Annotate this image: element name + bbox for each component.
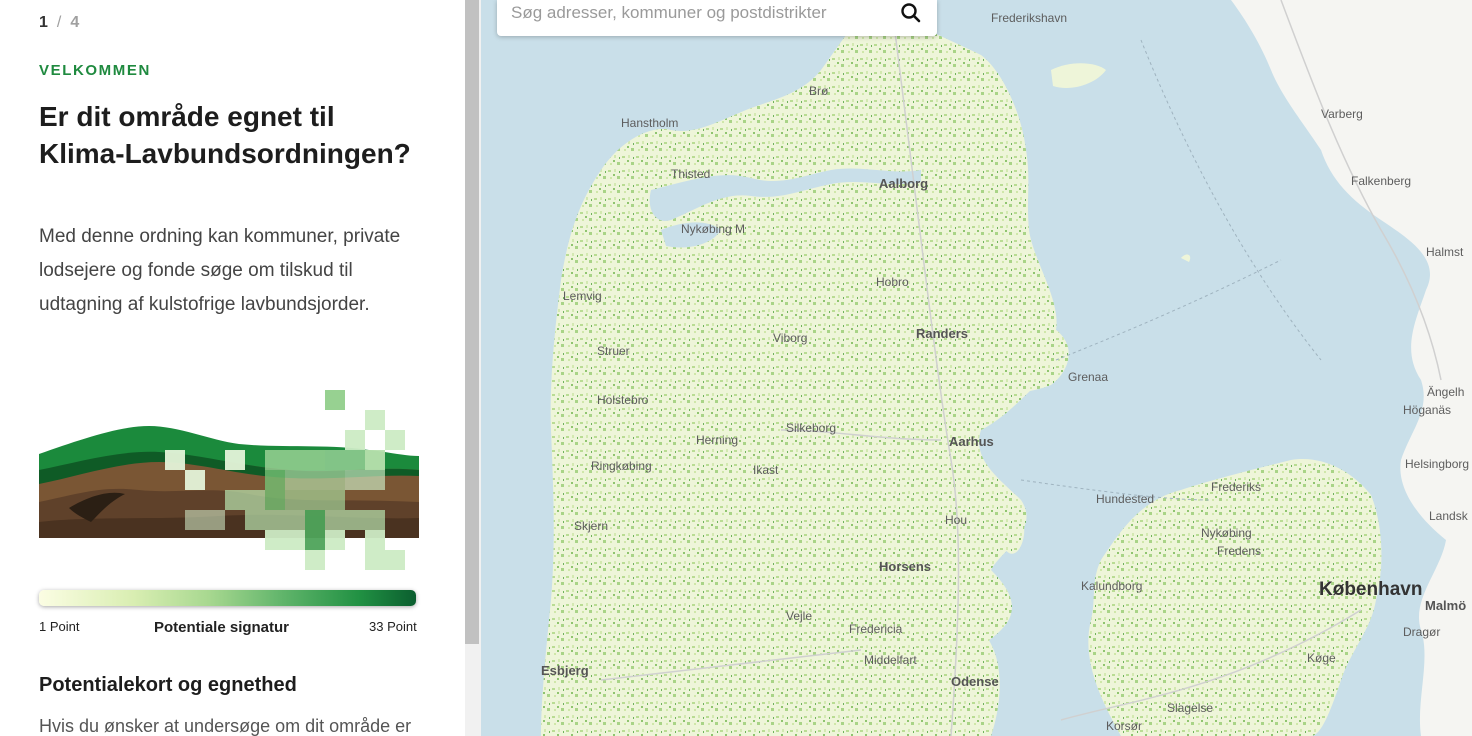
legend-max-label: 33 Point — [369, 619, 417, 634]
map-label-frederiksvaerk: Frederiks — [1211, 480, 1261, 494]
map-label-korsor: Korsør — [1106, 719, 1142, 733]
legend-gradient-bar — [39, 590, 416, 606]
lowland-illustration — [39, 390, 419, 570]
map-label-dragor: Dragør — [1403, 625, 1440, 639]
map-label-odense: Odense — [951, 674, 999, 689]
pager-separator: / — [56, 14, 63, 31]
page-title: Er dit område egnet til Klima-Lavbundsor… — [39, 101, 411, 169]
map-label-kobenhavn: København — [1319, 579, 1422, 600]
map-label-ringkobing: Ringkøbing — [591, 459, 652, 473]
map-label-aalborg: Aalborg — [879, 176, 928, 191]
map-label-horsens: Horsens — [879, 559, 931, 574]
map-label-thisted: Thisted — [671, 167, 710, 181]
search-button[interactable] — [895, 0, 931, 26]
map-label-helsingborg: Helsingborg — [1405, 457, 1469, 471]
map-label-silkeborg: Silkeborg — [786, 421, 836, 435]
map-label-randers: Randers — [916, 326, 968, 341]
map-label-herning: Herning — [696, 433, 738, 447]
map-label-kalundborg: Kalundborg — [1081, 579, 1142, 593]
map-label-malmo: Malmö — [1425, 598, 1466, 613]
map-label-aarhus: Aarhus — [949, 434, 994, 449]
map-label-esbjerg: Esbjerg — [541, 663, 589, 678]
sidebar-scrollbar-thumb[interactable] — [465, 0, 479, 644]
map-label-koge: Køge — [1307, 651, 1336, 665]
map-label-fredericia: Fredericia — [849, 622, 903, 636]
map-label-nykobing-mors: Nykøbing M — [681, 222, 745, 236]
map-label-lemvig: Lemvig — [563, 289, 602, 303]
search-bar — [497, 0, 937, 36]
map-label-hoganas: Höganäs — [1403, 403, 1451, 417]
map-label-varberg: Varberg — [1321, 107, 1363, 121]
map-label-hou: Hou — [945, 513, 967, 527]
map-label-hundested: Hundested — [1096, 492, 1154, 506]
step-pager: 1 / 4 — [39, 14, 80, 32]
info-sidebar: 1 / 4 VELKOMMEN Er dit område egnet til Kl… — [0, 0, 465, 736]
section-title: Potentialekort og egnethed — [39, 674, 297, 696]
map-label-bronderslev: Brø — [809, 84, 829, 98]
map-label-nykobing-sj: Nykøbing — [1201, 526, 1252, 540]
kicker-label: VELKOMMEN — [39, 62, 151, 79]
map-label-falkenberg: Falkenberg — [1351, 174, 1411, 188]
search-input[interactable] — [511, 0, 881, 26]
map-canvas[interactable]: Frederikshavn Brø Hanstholm Thisted Aalb… — [481, 0, 1472, 736]
map-label-frederikshavn: Frederikshavn — [991, 11, 1067, 25]
map-label-hanstholm: Hanstholm — [621, 116, 678, 130]
map-label-hobro: Hobro — [876, 275, 909, 289]
map-label-halmstad: Halmst — [1426, 245, 1464, 259]
map-label-vejle: Vejle — [786, 609, 812, 623]
map-label-ikast: Ikast — [753, 463, 779, 477]
search-icon — [901, 3, 921, 23]
map-label-skjern: Skjern — [574, 519, 608, 533]
map-label-viborg: Viborg — [773, 331, 807, 345]
map-label-middelfart: Middelfart — [864, 653, 917, 667]
section-text: Hvis du ønsker at undersøge om dit områd… — [39, 716, 412, 736]
pager-total: 4 — [70, 14, 81, 31]
pager-current: 1 — [39, 14, 49, 31]
map-label-slagelse: Slagelse — [1167, 701, 1213, 715]
map-label-grenaa: Grenaa — [1068, 370, 1108, 384]
map-label-angelholm: Ängelh — [1427, 385, 1464, 399]
legend-min-label: 1 Point — [39, 619, 80, 634]
map-label-landskrona: Landsk — [1429, 509, 1469, 523]
intro-text: Med denne ordning kan kommuner, private … — [39, 226, 401, 315]
map-view[interactable]: Frederikshavn Brø Hanstholm Thisted Aalb… — [481, 0, 1472, 736]
map-label-holstebro: Holstebro — [597, 393, 649, 407]
map-label-struer: Struer — [597, 344, 630, 358]
map-label-fredensborg: Fredens — [1217, 544, 1261, 558]
legend-title: Potentiale signatur — [154, 619, 290, 636]
